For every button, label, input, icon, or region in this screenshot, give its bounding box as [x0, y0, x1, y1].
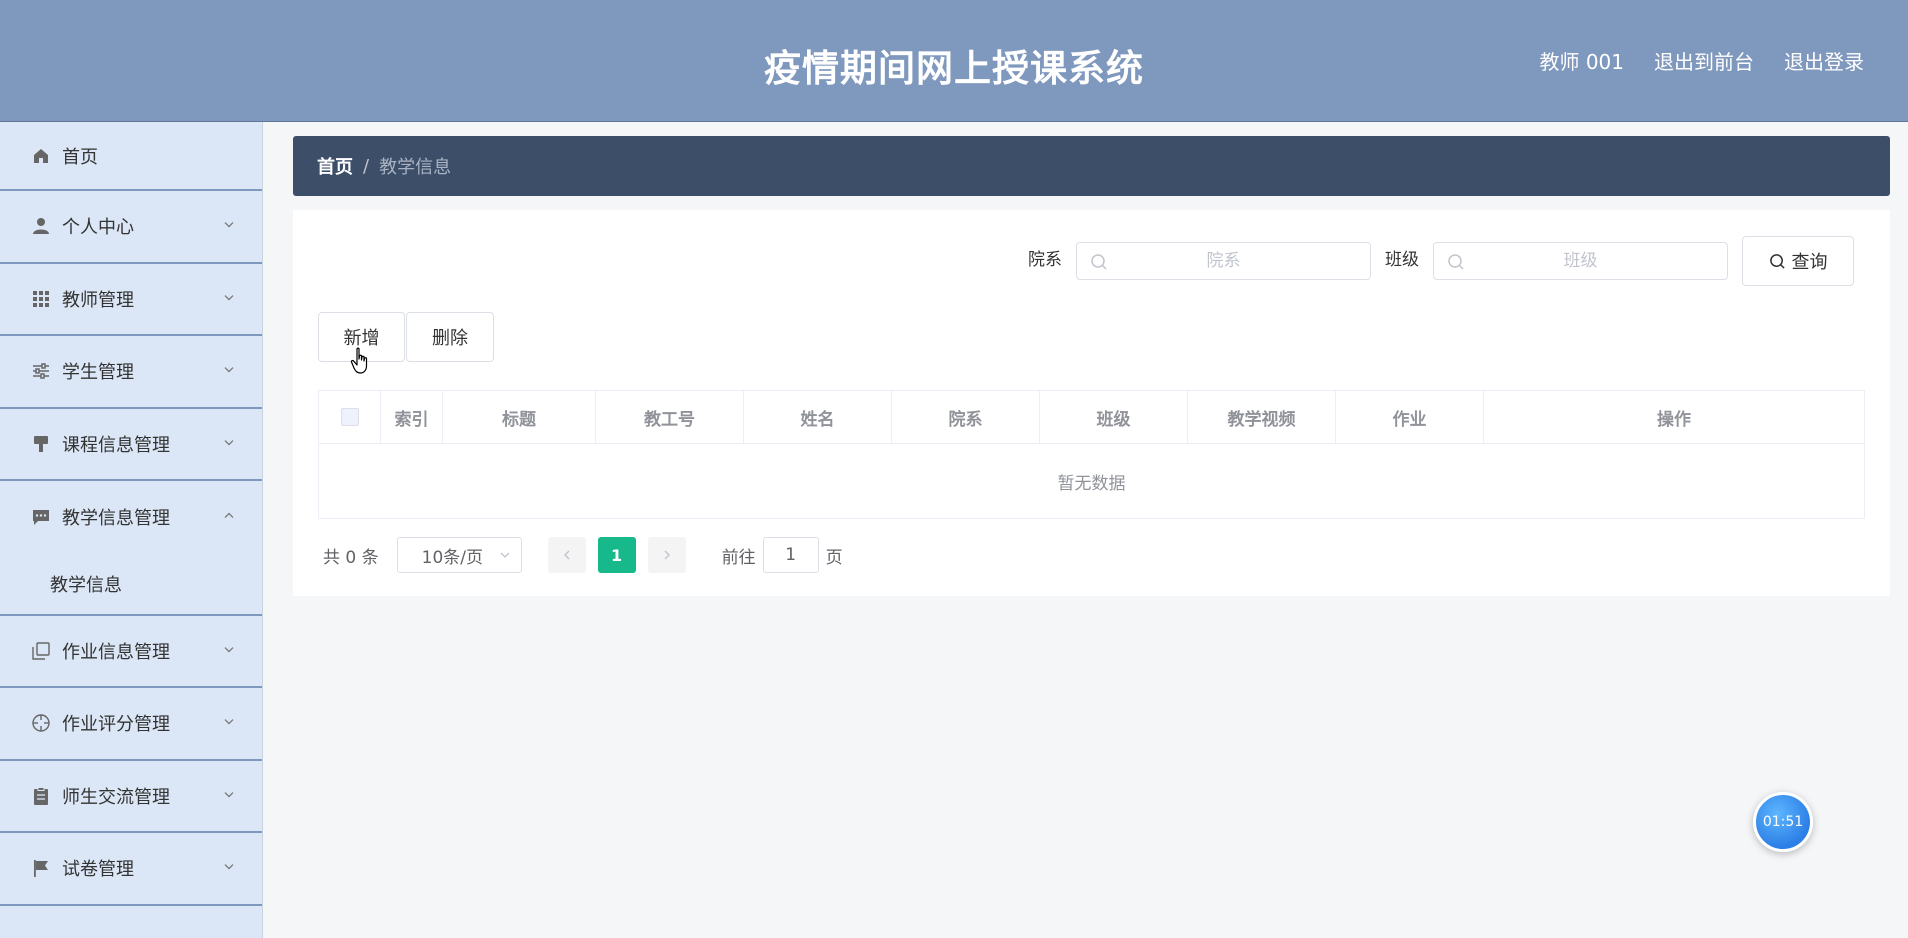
next-page-button[interactable]	[647, 537, 686, 573]
class-search-field	[1433, 242, 1728, 280]
sidebar-item-label: 作业信息管理	[62, 641, 170, 663]
pagination-total: 共 0 条	[323, 547, 379, 568]
action-buttons: 新增 删除	[318, 312, 494, 362]
clipboard-icon	[30, 785, 52, 807]
dept-search-field	[1076, 242, 1371, 280]
back-to-front-link[interactable]: 退出到前台	[1654, 46, 1754, 75]
user-name[interactable]: 教师 001	[1539, 46, 1624, 75]
column-header: 班级	[1040, 391, 1188, 443]
chevron-down-icon	[222, 435, 236, 449]
user-icon	[30, 215, 52, 237]
sidebar-subitem-teaching-info[interactable]: 教学信息	[0, 553, 262, 616]
sidebar-item-students[interactable]: 学生管理	[0, 336, 262, 409]
logout-link[interactable]: 退出登录	[1784, 46, 1864, 75]
column-header: 姓名	[744, 391, 892, 443]
prev-page-button[interactable]	[547, 537, 586, 573]
chevron-down-icon	[222, 715, 236, 729]
sidebar-item-home[interactable]: 首页	[0, 122, 262, 191]
sidebar-item-courses[interactable]: 课程信息管理	[0, 409, 262, 481]
empty-table-text: 暂无数据	[1057, 473, 1126, 494]
dept-search-input[interactable]	[1077, 243, 1370, 279]
class-label: 班级	[1385, 249, 1419, 270]
sidebar-item-exam[interactable]: 试卷管理	[0, 833, 262, 906]
page-size-select[interactable]: 10条/页	[396, 537, 522, 573]
table-header: 索引 标题 教工号 姓名 院系 班级 教学视频 作业 操作	[319, 391, 1864, 444]
goto-page-input[interactable]: 1	[762, 537, 819, 573]
column-header: 作业	[1336, 391, 1484, 443]
sidebar-item-profile[interactable]: 个人中心	[0, 191, 262, 264]
column-header: 教学视频	[1188, 391, 1336, 443]
chevron-left-icon	[563, 550, 570, 560]
search-icon	[1769, 253, 1785, 269]
goto-label: 前往	[721, 547, 756, 568]
column-header: 院系	[892, 391, 1040, 443]
copy-icon	[30, 640, 52, 662]
home-icon	[30, 145, 52, 167]
sidebar: 首页 个人中心 教师管理 学生管理 课程信息管理 教学信息管理 教学信息 作业信…	[0, 122, 263, 938]
hand-cursor-icon	[350, 347, 368, 374]
sidebar-item-label: 个人中心	[62, 217, 134, 239]
sidebar-item-homework[interactable]: 作业信息管理	[0, 616, 262, 688]
sidebar-item-label: 教师管理	[62, 289, 134, 311]
column-header: 操作	[1657, 409, 1691, 430]
column-header: 标题	[443, 391, 596, 443]
sidebar-item-label: 作业评分管理	[62, 714, 170, 736]
delete-button[interactable]: 删除	[406, 312, 494, 362]
sidebar-item-teaching-info[interactable]: 教学信息管理	[0, 481, 262, 554]
sidebar-item-label: 首页	[62, 146, 98, 168]
chevron-down-icon	[500, 552, 510, 558]
class-search-input[interactable]	[1434, 243, 1727, 279]
chevron-down-icon	[222, 787, 236, 801]
pagination: 共 0 条 10条/页 1 前往 1 页	[323, 537, 843, 573]
column-header: 教工号	[596, 391, 744, 443]
search-form: 院系 班级 查询	[1028, 236, 1854, 286]
chevron-down-icon	[222, 290, 236, 304]
flag-icon	[30, 857, 52, 879]
sidebar-item-label: 课程信息管理	[62, 434, 170, 456]
sidebar-item-label: 试卷管理	[62, 859, 134, 881]
header-nav: 教师 001 退出到前台 退出登录	[1539, 46, 1864, 75]
data-table: 索引 标题 教工号 姓名 院系 班级 教学视频 作业 操作 暂无数据	[318, 390, 1865, 519]
sidebar-item-label: 师生交流管理	[62, 786, 170, 808]
breadcrumb-current: 教学信息	[379, 157, 452, 178]
floating-timer-badge[interactable]: 01:51	[1753, 792, 1813, 852]
top-header: 疫情期间网上授课系统 教师 001 退出到前台 退出登录	[0, 0, 1908, 122]
chevron-up-icon	[222, 509, 236, 523]
breadcrumb-home[interactable]: 首页	[317, 153, 353, 179]
breadcrumb-separator: /	[363, 155, 370, 177]
query-button-label: 查询	[1791, 252, 1828, 273]
sidebar-item-teachers[interactable]: 教师管理	[0, 264, 262, 336]
chevron-down-icon	[222, 642, 236, 656]
compass-icon	[30, 712, 52, 734]
breadcrumb: 首页 / 教学信息	[293, 136, 1890, 196]
chevron-down-icon	[222, 860, 236, 874]
query-button[interactable]: 查询	[1742, 236, 1854, 286]
page-number-current[interactable]: 1	[597, 537, 636, 573]
page-suffix: 页	[825, 547, 843, 568]
grid-icon	[30, 288, 52, 310]
page-size-value: 10条/页	[421, 547, 483, 568]
sliders-icon	[30, 360, 52, 382]
select-all-cell	[319, 391, 381, 443]
column-header: 索引	[381, 391, 443, 443]
sidebar-item-label: 学生管理	[62, 362, 134, 384]
sidebar-item-grading[interactable]: 作业评分管理	[0, 688, 262, 761]
brush-icon	[30, 433, 52, 455]
select-all-checkbox[interactable]	[340, 408, 359, 426]
chat-icon	[30, 506, 52, 528]
chevron-down-icon	[222, 363, 236, 377]
page-jumper: 前往 1 页	[722, 537, 843, 573]
search-icon	[1448, 254, 1464, 270]
chevron-down-icon	[222, 218, 236, 232]
main-card: 院系 班级 查询 新增 删除 索引 标题 教工号 姓名 院系 班级	[293, 210, 1890, 596]
sidebar-item-communication[interactable]: 师生交流管理	[0, 761, 262, 833]
dept-label: 院系	[1028, 249, 1062, 270]
search-icon	[1091, 254, 1107, 270]
sidebar-item-label: 教学信息管理	[62, 508, 170, 530]
chevron-right-icon	[664, 550, 670, 560]
